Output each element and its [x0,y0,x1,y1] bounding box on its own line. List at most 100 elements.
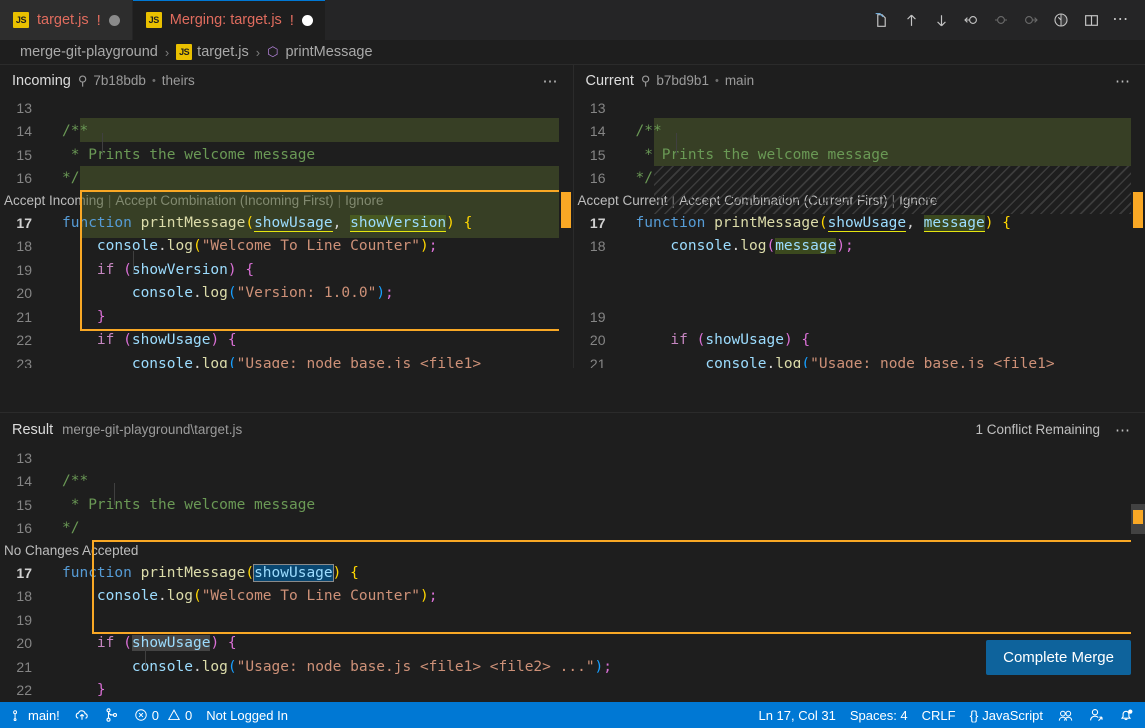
breadcrumb: merge-git-playground › JS target.js › ⬡ … [0,40,1145,64]
tab-merging-target-js[interactable]: JS Merging: target.js ! [133,0,326,40]
status-auth[interactable]: Not Logged In [199,702,295,728]
code-line[interactable]: 20 if (showUsage) { [0,632,1145,656]
status-live-share[interactable] [1050,702,1081,728]
code-token: "Welcome To Line Counter" [202,238,420,254]
line-text: console.log("Welcome To Line Counter"); [52,588,1145,604]
current-overview-ruler[interactable] [1131,96,1145,368]
selected-text[interactable]: showUsage [254,565,333,581]
code-line[interactable] [574,282,1145,306]
status-branch[interactable]: main! [4,702,67,728]
incoming-code-area[interactable]: 1314/**15 * Prints the welcome message16… [0,96,573,368]
go-to-previous-change-icon[interactable] [957,6,985,34]
result-more-actions-icon[interactable]: ⋯ [1109,421,1137,439]
code-line[interactable]: 18 console.log("Welcome To Line Counter"… [0,235,573,259]
code-line[interactable]: 16*/ [0,517,1145,541]
new-file-icon[interactable] [867,6,895,34]
breadcrumb-item-symbol[interactable]: printMessage [285,44,372,60]
breadcrumb-item-folder[interactable]: merge-git-playground [20,44,158,60]
line-number: 20 [0,635,52,651]
code-line[interactable]: 19 [0,608,1145,632]
code-line[interactable]: 18 console.log("Welcome To Line Counter"… [0,585,1145,609]
complete-merge-button[interactable]: Complete Merge [986,640,1131,675]
status-merge[interactable] [97,702,127,728]
status-account[interactable] [1081,702,1111,728]
tab-target-js[interactable]: JS target.js ! [0,0,133,40]
status-bar-right: Ln 17, Col 31 Spaces: 4 CRLF {} JavaScri… [751,702,1141,728]
status-problems[interactable]: 0 0 [127,702,199,728]
arrow-up-icon[interactable] [897,6,925,34]
code-line[interactable]: 14/** [0,470,1145,494]
result-code-area[interactable]: 1314/**15 * Prints the welcome message16… [0,446,1145,703]
line-number: 23 [0,356,52,368]
notifications-bell-icon [1118,707,1134,723]
line-number: 17 [0,565,52,581]
code-line[interactable]: 13 [0,446,1145,470]
status-language-mode[interactable]: {} JavaScript [963,702,1050,728]
code-line[interactable]: 17function printMessage(showUsage, messa… [574,211,1145,235]
status-sync[interactable] [67,702,97,728]
code-line[interactable]: 21 console.log("Usage: node base.js <fil… [574,352,1145,368]
code-line[interactable]: 19 if (showVersion) { [0,258,573,282]
code-line[interactable]: 21 console.log("Usage: node base.js <fil… [0,655,1145,679]
code-line[interactable]: 19 [574,305,1145,329]
code-line[interactable]: 22 if (showUsage) { [0,329,573,353]
tab-dirty-indicator[interactable] [109,15,120,26]
status-notifications[interactable] [1111,702,1141,728]
line-text: console.log("Welcome To Line Counter"); [52,238,573,254]
code-token: * Prints the welcome message [62,497,315,513]
code-token [688,332,697,348]
code-token: log [775,356,801,368]
code-line[interactable] [574,258,1145,282]
code-line[interactable]: 18 console.log(message); [574,235,1145,259]
code-token: console [132,285,193,301]
incoming-more-actions-icon[interactable]: ⋯ [537,72,565,90]
curly-braces-icon: {} [970,708,979,723]
code-line[interactable]: 14/** [0,120,573,144]
code-line[interactable]: 13 [0,96,573,120]
code-line[interactable]: 22 } [0,679,1145,703]
status-cursor-position[interactable]: Ln 17, Col 31 [751,702,842,728]
current-code-area[interactable]: 1314/**15 * Prints the welcome message16… [574,96,1145,368]
code-line[interactable]: 17function printMessage(showUsage, showV… [0,211,573,235]
code-token: . [766,356,775,368]
code-line[interactable]: 16*/ [0,167,573,191]
code-token: log [202,285,228,301]
code-line[interactable]: 17function printMessage(showUsage) { [0,561,1145,585]
code-token: ( [245,215,254,231]
code-token [993,215,1002,231]
tab-label: Merging: target.js [170,12,282,28]
code-line[interactable]: 20 console.log("Version: 1.0.0"); [0,282,573,306]
arrow-down-icon[interactable] [927,6,955,34]
incoming-overview-ruler[interactable] [559,96,573,368]
code-line[interactable]: 15 * Prints the welcome message [0,493,1145,517]
tab-dirty-indicator[interactable] [302,15,313,26]
line-number: 20 [0,285,52,301]
code-token [62,635,97,651]
indent-guide [133,251,134,273]
current-more-actions-icon[interactable]: ⋯ [1109,72,1137,90]
conflict-ruler-marker [1133,510,1143,524]
code-line[interactable]: 20 if (showUsage) { [574,329,1145,353]
code-token [219,635,228,651]
go-to-next-change-icon [1017,6,1045,34]
code-line[interactable]: 14/** [574,120,1145,144]
git-commit-icon: ⚲ [641,73,651,89]
code-token: ) [420,238,429,254]
code-line[interactable]: 15 * Prints the welcome message [0,143,573,167]
code-line[interactable]: 13 [574,96,1145,120]
code-line[interactable]: 16*/ [574,167,1145,191]
line-text: if (showUsage) { [52,332,573,348]
breadcrumb-item-file[interactable]: target.js [197,44,249,60]
compare-changes-icon[interactable] [1047,6,1075,34]
error-count: 0 [152,708,159,723]
code-token: */ [62,170,79,186]
status-indentation[interactable]: Spaces: 4 [843,702,915,728]
result-overview-ruler[interactable] [1131,446,1145,703]
status-eol[interactable]: CRLF [915,702,963,728]
code-line[interactable]: 23 console.log("Usage: node base.js <fil… [0,352,573,368]
split-editor-icon[interactable] [1077,6,1105,34]
code-token: ( [245,565,254,581]
more-actions-icon[interactable]: ⋯ [1107,6,1135,34]
code-line[interactable]: 21 } [0,305,573,329]
code-line[interactable]: 15 * Prints the welcome message [574,143,1145,167]
